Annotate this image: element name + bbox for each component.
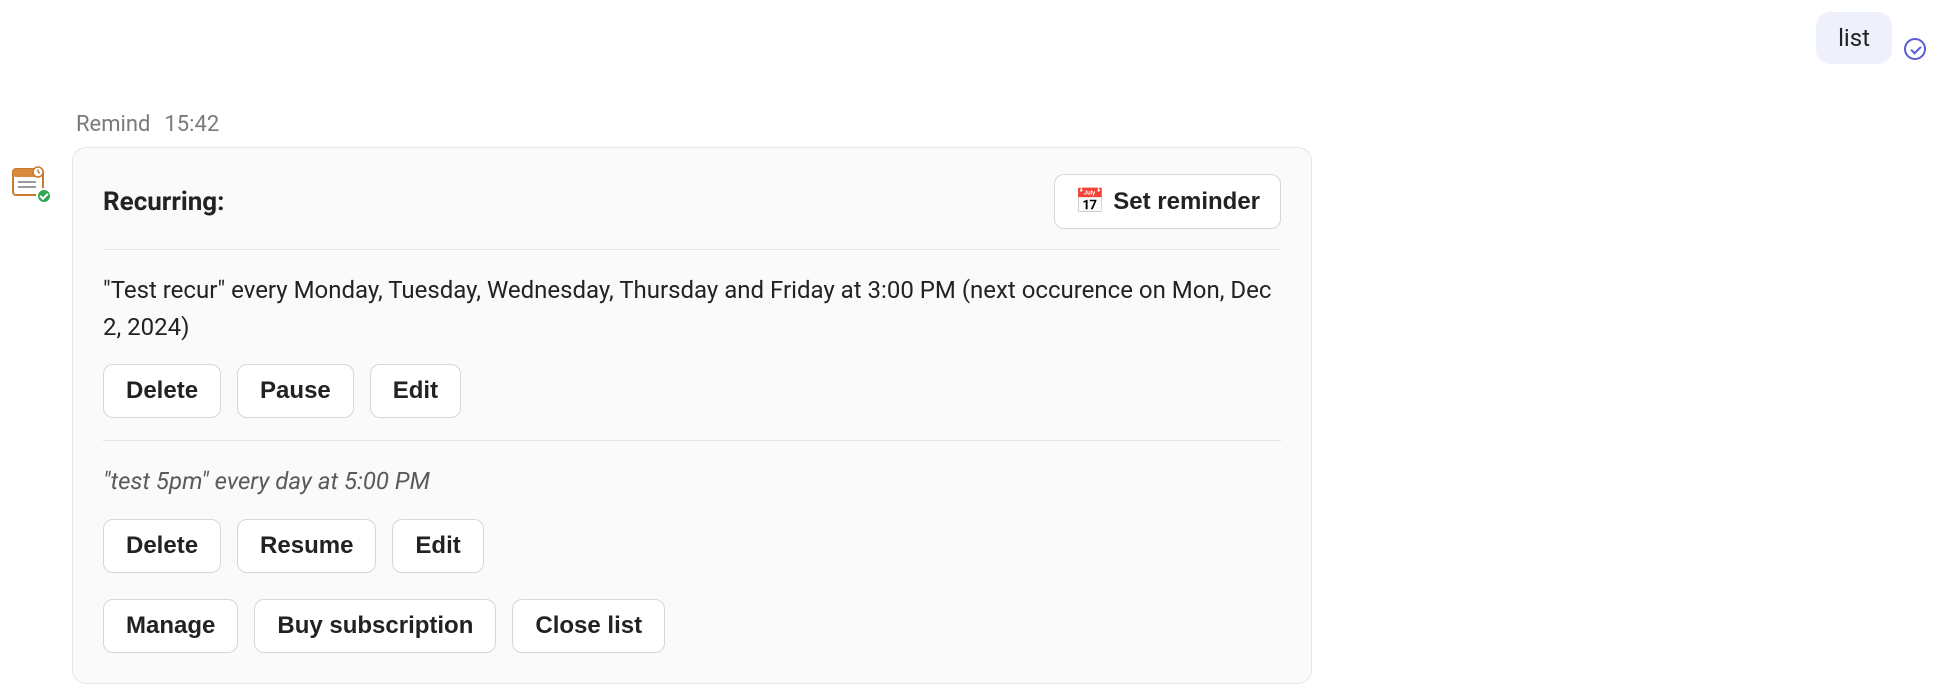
card-title: Recurring: bbox=[103, 187, 224, 217]
card-footer-actions: Manage Buy subscription Close list bbox=[103, 573, 1281, 653]
reminders-card: Recurring: 📅 Set reminder "Test recur" e… bbox=[72, 147, 1312, 684]
message-meta: Remind 15:42 bbox=[76, 112, 1312, 137]
bot-avatar[interactable] bbox=[10, 162, 50, 202]
read-receipt-icon bbox=[1904, 38, 1926, 60]
reminder-description: "test 5pm" every day at 5:00 PM bbox=[103, 463, 1281, 500]
reminder-actions: Delete Resume Edit bbox=[103, 519, 1281, 573]
presence-online-icon bbox=[36, 188, 52, 204]
resume-button[interactable]: Resume bbox=[237, 519, 376, 573]
outgoing-message-bubble[interactable]: list bbox=[1816, 12, 1892, 64]
set-reminder-label: Set reminder bbox=[1113, 188, 1260, 216]
calendar-icon: 📅 bbox=[1075, 187, 1105, 216]
buy-subscription-button[interactable]: Buy subscription bbox=[254, 599, 496, 653]
edit-button[interactable]: Edit bbox=[392, 519, 483, 573]
reminder-item: "test 5pm" every day at 5:00 PM Delete R… bbox=[103, 441, 1281, 572]
close-list-button[interactable]: Close list bbox=[512, 599, 665, 653]
set-reminder-button[interactable]: 📅 Set reminder bbox=[1054, 174, 1281, 229]
outgoing-message-row: list bbox=[1816, 12, 1926, 64]
edit-button[interactable]: Edit bbox=[370, 364, 461, 418]
manage-button[interactable]: Manage bbox=[103, 599, 238, 653]
reminder-description: "Test recur" every Monday, Tuesday, Wedn… bbox=[103, 272, 1281, 346]
reminder-actions: Delete Pause Edit bbox=[103, 364, 1281, 418]
reminder-item: "Test recur" every Monday, Tuesday, Wedn… bbox=[103, 250, 1281, 441]
card-header: Recurring: 📅 Set reminder bbox=[103, 174, 1281, 250]
incoming-message-block: Remind 15:42 Recurring: 📅 Set reminder "… bbox=[10, 112, 1312, 684]
delete-button[interactable]: Delete bbox=[103, 364, 221, 418]
message-time: 15:42 bbox=[164, 112, 219, 137]
delete-button[interactable]: Delete bbox=[103, 519, 221, 573]
pause-button[interactable]: Pause bbox=[237, 364, 354, 418]
outgoing-message-text: list bbox=[1838, 24, 1870, 52]
sender-name: Remind bbox=[76, 112, 150, 137]
